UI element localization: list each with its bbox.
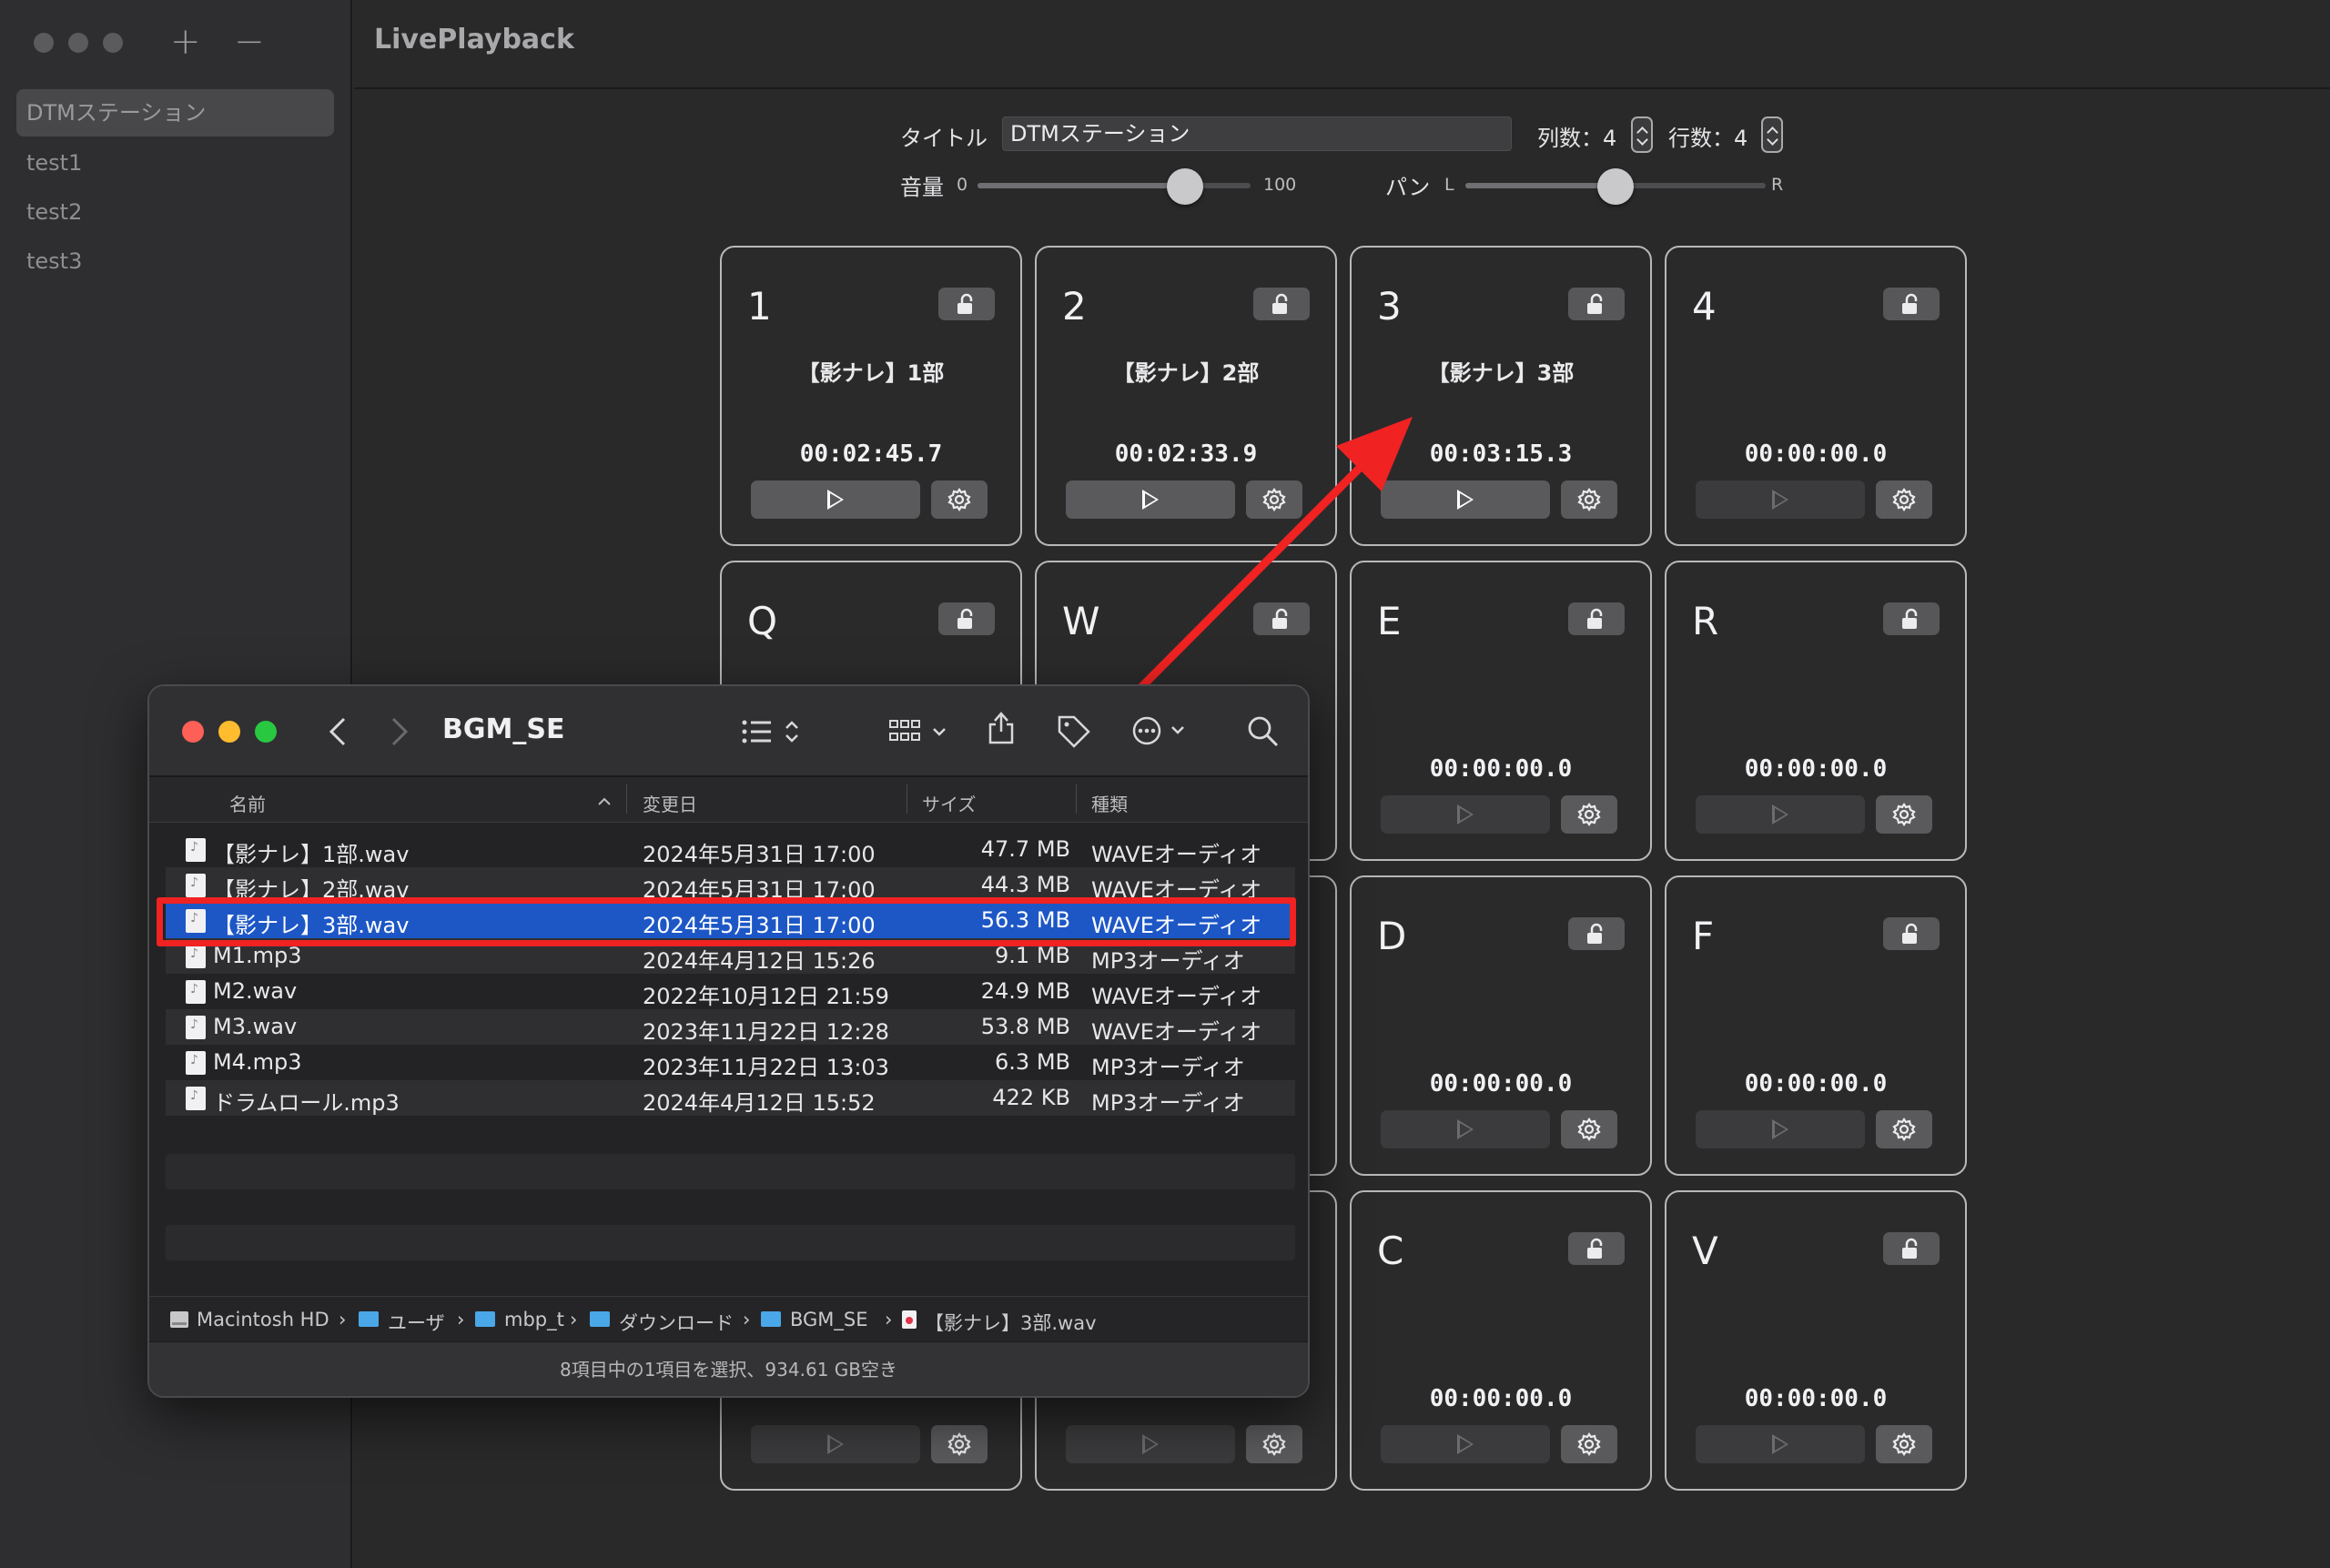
forward-icon[interactable] <box>390 717 410 746</box>
file-name: M1.mp3 <box>213 943 302 968</box>
file-row[interactable]: M3.wav 2023年11月22日 12:28 53.8 MB WAVEオーディオ <box>166 1009 1295 1045</box>
file-modified: 2024年4月12日 15:26 <box>643 948 876 974</box>
column-modified[interactable]: 変更日 <box>643 790 697 816</box>
file-size: 6.3 MB <box>995 1049 1070 1075</box>
search-icon[interactable] <box>1247 715 1280 748</box>
status-bar: 8項目中の1項目を選択、934.61 GB空き <box>149 1341 1308 1396</box>
file-name: M3.wav <box>213 1014 298 1039</box>
file-size: 9.1 MB <box>995 943 1070 968</box>
finder-column-header: 名前 変更日 サイズ 種類 <box>149 777 1308 823</box>
column-size[interactable]: サイズ <box>922 790 976 816</box>
file-name: M2.wav <box>213 978 298 1004</box>
path-item-downloads[interactable]: ダウンロード <box>619 1309 734 1336</box>
path-item-bgm-se[interactable]: BGM_SE <box>790 1309 868 1330</box>
audio-file-icon <box>186 874 206 897</box>
file-kind: MP3オーディオ <box>1091 1055 1245 1080</box>
file-name: 【影ナレ】1部.wav <box>213 842 410 867</box>
list-view-icon[interactable] <box>741 717 805 746</box>
folder-icon <box>359 1311 379 1327</box>
file-modified: 2023年11月22日 13:03 <box>643 1055 889 1080</box>
liveplayback-window: + − DTMステーション test1 test2 test3 LivePlay… <box>0 0 2330 1568</box>
file-modified: 2022年10月12日 21:59 <box>643 984 889 1009</box>
audio-file-icon <box>186 1087 206 1110</box>
path-item-user[interactable]: mbp_t <box>504 1309 564 1330</box>
file-kind: WAVEオーディオ <box>1091 984 1262 1009</box>
file-row[interactable]: ドラムロール.mp3 2024年4月12日 15:52 422 KB MP3オーディオ <box>166 1080 1295 1116</box>
file-row[interactable]: M4.mp3 2023年11月22日 13:03 6.3 MB MP3オーディオ <box>166 1045 1295 1080</box>
hard-disk-icon <box>170 1311 188 1328</box>
finder-title: BGM_SE <box>442 713 565 745</box>
file-size: 422 KB <box>992 1085 1070 1110</box>
file-name: M4.mp3 <box>213 1049 302 1075</box>
finder-close-button[interactable] <box>182 721 204 743</box>
finder-window: BGM_SE 名前 変更日 サイズ 種類 ♪ 【影ナレ】1部.wav 2024年… <box>147 684 1310 1398</box>
path-item-file[interactable]: 【影ナレ】3部.wav <box>925 1309 1097 1336</box>
folder-icon <box>475 1311 495 1327</box>
file-name: ドラムロール.mp3 <box>213 1090 400 1116</box>
folder-icon <box>761 1311 781 1327</box>
column-kind[interactable]: 種類 <box>1091 790 1128 816</box>
file-size: 44.3 MB <box>980 872 1070 897</box>
audio-file-icon <box>902 1310 917 1329</box>
file-modified: 2024年4月12日 15:52 <box>643 1090 876 1116</box>
finder-zoom-button[interactable] <box>255 721 277 743</box>
file-row[interactable]: 【影ナレ】1部.wav 2024年5月31日 17:00 47.7 MB WAVEオー… <box>166 832 1295 867</box>
file-modified: 2023年11月22日 12:28 <box>643 1019 889 1045</box>
path-item-users[interactable]: ユーザ <box>388 1309 445 1336</box>
selection-highlight-annotation <box>157 897 1296 946</box>
file-size: 53.8 MB <box>980 1014 1070 1039</box>
file-kind: WAVEオーディオ <box>1091 842 1262 867</box>
audio-file-icon <box>186 1051 206 1075</box>
file-modified: 2024年5月31日 17:00 <box>643 842 876 867</box>
file-size: 47.7 MB <box>980 836 1070 862</box>
audio-file-icon <box>186 945 206 968</box>
group-icon[interactable] <box>888 717 952 746</box>
share-icon[interactable] <box>987 710 1016 746</box>
audio-file-icon <box>186 980 206 1004</box>
audio-file-icon <box>186 1016 206 1039</box>
back-icon[interactable] <box>328 717 348 746</box>
file-size: 24.9 MB <box>980 978 1070 1004</box>
more-actions-icon[interactable] <box>1132 715 1196 746</box>
finder-minimize-button[interactable] <box>218 721 240 743</box>
path-bar: Macintosh HD › ユーザ › mbp_t › ダウンロード › BG… <box>149 1296 1308 1341</box>
path-item-disk[interactable]: Macintosh HD <box>197 1309 329 1330</box>
file-row[interactable]: M2.wav 2022年10月12日 21:59 24.9 MB WAVEオーディオ <box>166 974 1295 1009</box>
folder-icon <box>590 1311 610 1327</box>
file-kind: MP3オーディオ <box>1091 1090 1245 1116</box>
file-kind: WAVEオーディオ <box>1091 1019 1262 1045</box>
finder-toolbar: BGM_SE <box>149 686 1308 777</box>
file-kind: MP3オーディオ <box>1091 948 1245 974</box>
sort-ascending-icon <box>598 797 611 805</box>
column-name[interactable]: 名前 <box>229 790 266 816</box>
tag-icon[interactable] <box>1056 713 1092 748</box>
audio-file-icon <box>186 838 206 862</box>
